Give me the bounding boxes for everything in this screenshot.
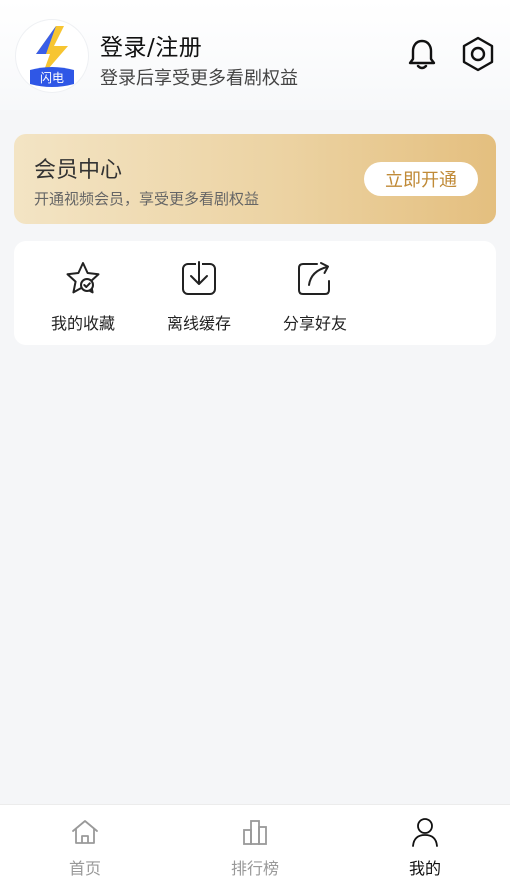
app-logo-avatar[interactable]: 闪电 [16, 20, 88, 92]
tab-mine-label: 我的 [408, 859, 441, 878]
favorites-label: 我的收藏 [50, 314, 115, 333]
logo-text: 闪电 [40, 71, 64, 85]
tab-ranking-label: 排行榜 [230, 859, 279, 878]
tab-ranking[interactable]: 排行榜 [170, 805, 340, 881]
ranking-icon [243, 820, 267, 845]
login-hint: 登录后享受更多看剧权益 [100, 68, 298, 89]
open-vip-button[interactable]: 立即开通 [364, 162, 478, 196]
lightning-logo-icon: 闪电 [30, 26, 74, 87]
profile-header: 闪电 登录/注册 登录后享受更多看剧权益 [0, 0, 510, 110]
tab-mine[interactable]: 我的 [340, 805, 510, 881]
vip-title: 会员中心 [34, 158, 123, 183]
vip-center-card[interactable]: 会员中心 开通视频会员，享受更多看剧权益 立即开通 [14, 134, 496, 224]
share-item[interactable]: 分享好友 [260, 241, 370, 345]
tab-home[interactable]: 首页 [0, 805, 170, 881]
share-label: 分享好友 [282, 314, 347, 333]
vip-subtitle: 开通视频会员，享受更多看剧权益 [34, 190, 260, 208]
login-register-link[interactable]: 登录/注册 [100, 28, 202, 62]
tab-home-label: 首页 [68, 859, 101, 878]
user-icon [412, 818, 438, 847]
favorites-item[interactable]: 我的收藏 [28, 241, 138, 345]
share-icon [298, 262, 330, 295]
home-icon [72, 820, 98, 844]
offline-cache-item[interactable]: 离线缓存 [144, 241, 254, 345]
bottom-tab-bar: 首页 排行榜 我的 [0, 804, 510, 881]
star-check-icon [66, 262, 100, 294]
offline-cache-label: 离线缓存 [166, 314, 231, 333]
quick-actions-panel: 我的收藏 离线缓存 分享好友 [14, 241, 496, 345]
bell-icon[interactable] [402, 34, 442, 74]
settings-icon[interactable] [458, 34, 498, 74]
download-icon [182, 261, 216, 295]
